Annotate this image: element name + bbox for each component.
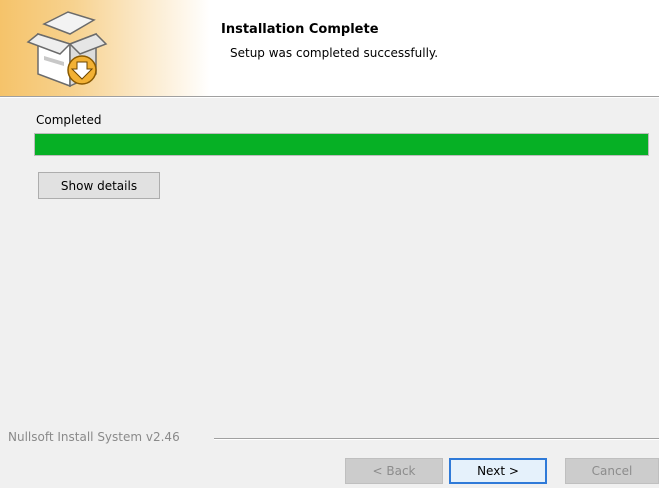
page-title: Installation Complete [221, 22, 379, 37]
next-button[interactable]: Next > [449, 458, 547, 484]
page-subtitle: Setup was completed successfully. [230, 46, 439, 60]
installer-box-download-icon [26, 11, 108, 88]
header-banner: Installation Complete Setup was complete… [0, 0, 659, 96]
header-divider-highlight [0, 97, 659, 98]
cancel-button[interactable]: Cancel [565, 458, 659, 484]
progress-bar-fill [35, 134, 648, 155]
footer-divider [214, 438, 659, 440]
back-button[interactable]: < Back [345, 458, 443, 484]
progress-bar [34, 133, 649, 156]
show-details-button[interactable]: Show details [38, 172, 160, 199]
progress-status-label: Completed [36, 113, 102, 127]
branding-text: Nullsoft Install System v2.46 [8, 430, 180, 444]
